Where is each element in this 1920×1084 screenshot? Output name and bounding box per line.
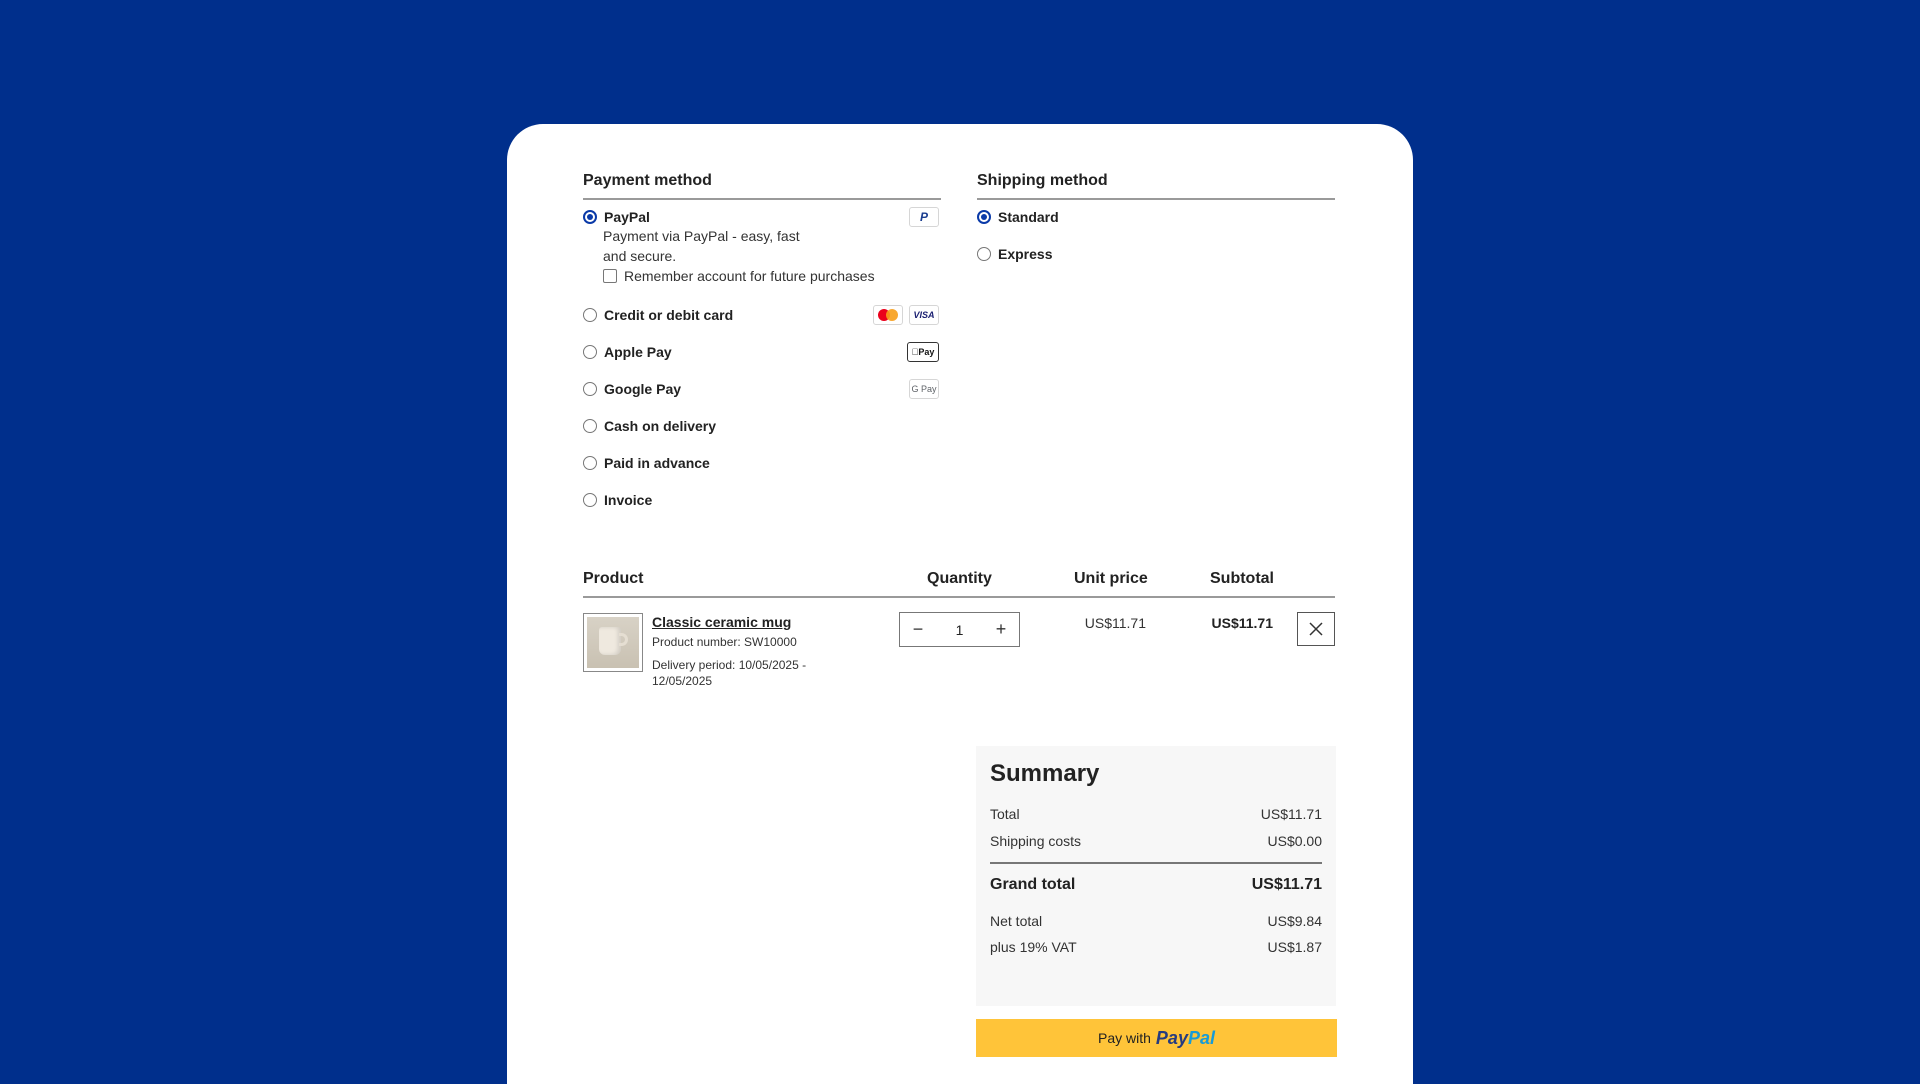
column-header-subtotal: Subtotal (1210, 570, 1274, 587)
summary-panel: Summary Total US$11.71 Shipping costs US… (976, 746, 1336, 1006)
invoice-label: Invoice (604, 492, 653, 508)
paypal-label: PayPal (604, 209, 650, 225)
net-total-label: Net total (990, 913, 1043, 929)
product-thumbnail[interactable] (583, 613, 643, 672)
shipping-option-express[interactable]: Express (977, 246, 1052, 262)
payment-option-paypal[interactable]: PayPal (583, 209, 650, 225)
cash-on-delivery-radio[interactable] (583, 419, 597, 433)
summary-shipping-row: Shipping costs US$0.00 (990, 833, 1322, 849)
remember-account-row[interactable]: Remember account for future purchases (603, 268, 875, 284)
payment-option-google-pay[interactable]: Google Pay (583, 381, 681, 397)
column-header-quantity: Quantity (927, 570, 992, 587)
remember-account-checkbox[interactable] (603, 269, 617, 283)
summary-grand-total-row: Grand total US$11.71 (990, 876, 1322, 894)
apple-pay-label: Apple Pay (604, 344, 672, 360)
express-label: Express (998, 246, 1053, 262)
shipping-divider (977, 198, 1335, 200)
grand-total-value: US$11.71 (1251, 876, 1322, 893)
payment-option-apple-pay[interactable]: Apple Pay (583, 344, 672, 360)
summary-divider (990, 862, 1322, 864)
minus-icon[interactable]: − (908, 619, 928, 640)
shipping-method-title: Shipping method (977, 172, 1108, 189)
payment-option-cash-on-delivery[interactable]: Cash on delivery (583, 418, 716, 434)
table-header-divider (583, 596, 1335, 598)
vat-value: US$1.87 (1267, 939, 1322, 955)
google-pay-icon: G Pay (909, 379, 939, 399)
shipping-costs-label: Shipping costs (990, 833, 1082, 849)
summary-title: Summary (990, 760, 1100, 787)
quantity-value[interactable]: 1 (956, 622, 964, 638)
plus-icon[interactable]: + (991, 619, 1011, 640)
remember-account-label: Remember account for future purchases (624, 268, 875, 284)
card-radio[interactable] (583, 308, 597, 322)
close-icon (1309, 622, 1323, 636)
paypal-description: Payment via PayPal - easy, fast and secu… (603, 228, 800, 264)
payment-option-invoice[interactable]: Invoice (583, 492, 652, 508)
google-pay-radio[interactable] (583, 382, 597, 396)
column-header-unit-price: Unit price (1074, 570, 1148, 587)
cash-on-delivery-label: Cash on delivery (604, 418, 717, 434)
summary-net-row: Net total US$9.84 (990, 913, 1322, 929)
shipping-option-standard[interactable]: Standard (977, 209, 1059, 225)
pay-with-label: Pay with (1098, 1030, 1151, 1046)
product-number: Product number: SW10000 (652, 635, 797, 649)
total-value: US$11.71 (1260, 806, 1322, 822)
apple-pay-radio[interactable] (583, 345, 597, 359)
standard-radio[interactable] (977, 210, 991, 224)
delivery-period: Delivery period: 10/05/2025 - 12/05/2025 (652, 658, 807, 688)
product-name-link[interactable]: Classic ceramic mug (652, 614, 791, 630)
paypal-wordmark: PayPal (1155, 1027, 1215, 1048)
invoice-radio[interactable] (583, 493, 597, 507)
paid-in-advance-radio[interactable] (583, 456, 597, 470)
google-pay-label: Google Pay (604, 381, 682, 397)
payment-option-paid-in-advance[interactable]: Paid in advance (583, 455, 710, 471)
standard-label: Standard (998, 209, 1059, 225)
grand-total-label: Grand total (990, 876, 1076, 893)
paypal-radio[interactable] (583, 210, 597, 224)
shipping-costs-value: US$0.00 (1267, 833, 1322, 849)
payment-option-card[interactable]: Credit or debit card (583, 307, 733, 323)
paid-in-advance-label: Paid in advance (604, 455, 710, 471)
subtotal-value: US$11.71 (1211, 615, 1274, 631)
column-header-product: Product (583, 570, 644, 587)
apple-pay-icon: Pay (907, 342, 939, 362)
remove-item-button[interactable] (1297, 612, 1335, 646)
net-total-value: US$9.84 (1267, 913, 1322, 929)
payment-divider (583, 198, 941, 200)
vat-label: plus 19% VAT (990, 939, 1077, 955)
total-label: Total (990, 806, 1020, 822)
visa-icon: VISA (909, 305, 939, 325)
summary-vat-row: plus 19% VAT US$1.87 (990, 939, 1322, 955)
unit-price-value: US$11.71 (1084, 615, 1146, 631)
pay-with-paypal-button[interactable]: Pay with PayPal (976, 1019, 1337, 1057)
mastercard-icon (873, 305, 903, 325)
paypal-logo-icon: P (909, 207, 939, 227)
summary-total-row: Total US$11.71 (990, 806, 1322, 822)
express-radio[interactable] (977, 247, 991, 261)
payment-method-title: Payment method (583, 172, 712, 189)
quantity-stepper[interactable]: − 1 + (899, 612, 1020, 647)
card-label: Credit or debit card (604, 307, 734, 323)
